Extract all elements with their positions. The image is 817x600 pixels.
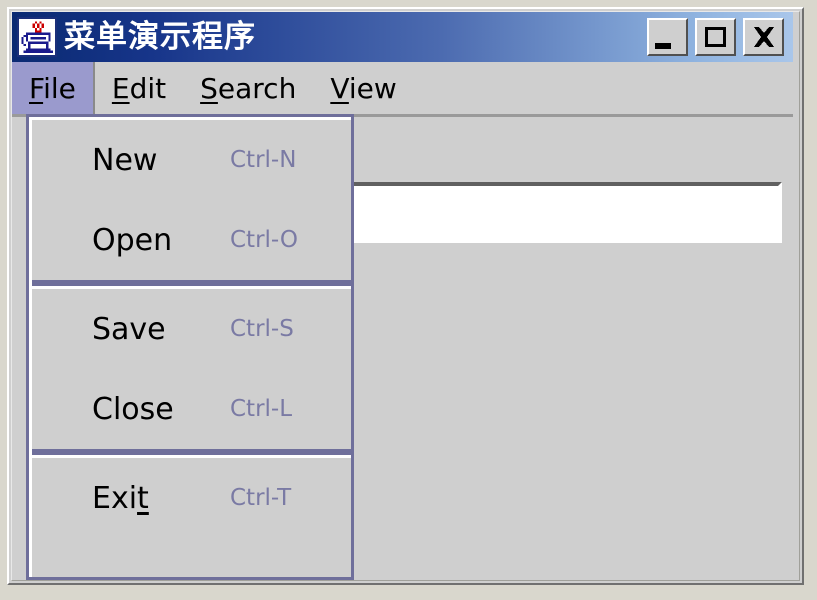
- menu-item-exit[interactable]: Exit Ctrl-T: [32, 458, 351, 538]
- menu-item-exit-accelerator: Ctrl-T: [230, 485, 292, 511]
- menu-separator-2: [32, 449, 351, 458]
- minimize-button[interactable]: [647, 18, 688, 56]
- menu-separator-1: [32, 280, 351, 289]
- file-menu-popup-inner: New Ctrl-N Open Ctrl-O Save Ctrl-S Close…: [29, 117, 351, 577]
- menubar-item-file[interactable]: File: [12, 62, 95, 114]
- window-controls: [647, 18, 784, 56]
- menu-bar: File Edit Search View: [12, 62, 793, 114]
- menu-item-save-accelerator: Ctrl-S: [230, 316, 294, 342]
- menu-item-exit-label: Exit: [92, 480, 149, 516]
- minimize-icon: [655, 43, 671, 49]
- text-input[interactable]: [348, 182, 782, 243]
- menubar-item-file-label: File: [29, 71, 76, 105]
- menu-item-close-accelerator: Ctrl-L: [230, 396, 293, 422]
- file-menu-popup: New Ctrl-N Open Ctrl-O Save Ctrl-S Close…: [26, 114, 354, 580]
- close-icon: [745, 20, 782, 54]
- menubar-item-view-label: View: [330, 71, 397, 105]
- desktop-background: 菜单演示程序 File Edit Search View New Ctrl-N …: [0, 0, 817, 600]
- menu-item-new-label: New: [92, 142, 158, 178]
- menu-item-close[interactable]: Close Ctrl-L: [32, 369, 351, 449]
- menubar-item-view[interactable]: View: [313, 62, 413, 114]
- title-bar[interactable]: 菜单演示程序: [12, 12, 793, 62]
- window-title: 菜单演示程序: [64, 18, 256, 55]
- menu-group-2: Save Ctrl-S Close Ctrl-L: [32, 289, 351, 449]
- maximize-icon: [697, 20, 734, 54]
- close-button[interactable]: [743, 18, 784, 56]
- menu-group-3: Exit Ctrl-T: [32, 458, 351, 538]
- menu-item-open-accelerator: Ctrl-O: [230, 227, 298, 253]
- menu-item-save[interactable]: Save Ctrl-S: [32, 289, 351, 369]
- menu-item-new-accelerator: Ctrl-N: [230, 147, 297, 173]
- java-coffee-cup-icon: [17, 17, 57, 57]
- application-window: 菜单演示程序 File Edit Search View New Ctrl-N …: [7, 7, 804, 585]
- menu-item-close-label: Close: [92, 391, 174, 427]
- menubar-item-edit[interactable]: Edit: [95, 62, 183, 114]
- menubar-item-search-label: Search: [200, 71, 297, 105]
- menu-group-1: New Ctrl-N Open Ctrl-O: [32, 120, 351, 280]
- menu-item-save-label: Save: [92, 311, 166, 347]
- menu-item-open[interactable]: Open Ctrl-O: [32, 200, 351, 280]
- menu-item-new[interactable]: New Ctrl-N: [32, 120, 351, 200]
- menubar-item-edit-label: Edit: [111, 71, 167, 105]
- menubar-item-search[interactable]: Search: [183, 62, 313, 114]
- maximize-button[interactable]: [695, 18, 736, 56]
- menu-item-open-label: Open: [92, 222, 173, 258]
